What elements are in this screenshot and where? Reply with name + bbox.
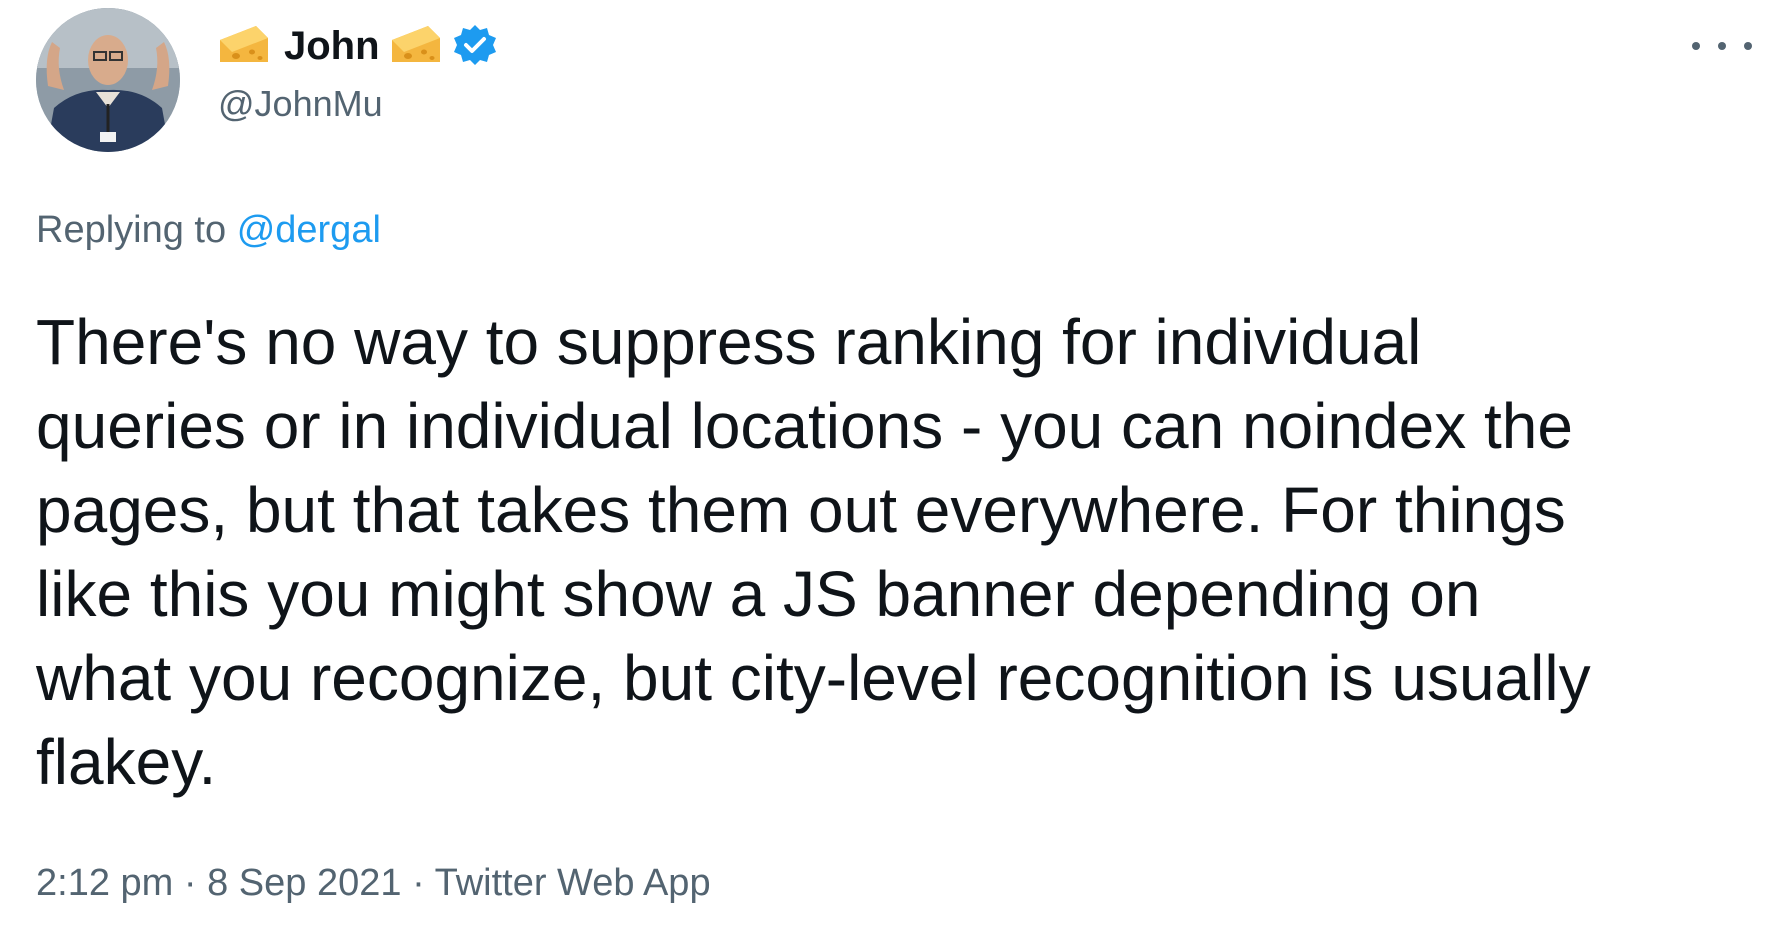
tweet-card: John @JohnMu Replying to @dergal There's…	[0, 0, 1776, 944]
meta-separator: ·	[412, 862, 425, 904]
author-handle[interactable]: @JohnMu	[218, 80, 383, 128]
tweet-date[interactable]: 8 Sep 2021	[207, 862, 401, 904]
more-options-button[interactable]	[1692, 26, 1752, 66]
cheese-icon	[390, 22, 442, 70]
tweet-text: There's no way to suppress ranking for i…	[36, 306, 1591, 798]
verified-badge-icon	[452, 23, 498, 69]
display-name[interactable]: John	[284, 20, 380, 72]
meta-separator: ·	[183, 862, 197, 904]
more-options-icon	[1692, 42, 1700, 50]
tweet-meta: 2:12 pm · 8 Sep 2021 · Twitter Web App	[36, 858, 711, 908]
more-options-icon	[1744, 42, 1752, 50]
replying-to-line: Replying to @dergal	[36, 205, 381, 255]
reply-target-link[interactable]: @dergal	[237, 209, 381, 251]
tweet-time[interactable]: 2:12 pm	[36, 862, 173, 904]
author-name-row[interactable]: John	[218, 20, 498, 72]
tweet-source[interactable]: Twitter Web App	[435, 862, 711, 904]
more-options-icon	[1718, 42, 1726, 50]
replying-to-label: Replying to	[36, 209, 227, 251]
avatar-photo	[36, 8, 180, 152]
avatar[interactable]	[36, 8, 180, 152]
cheese-icon	[218, 22, 270, 70]
